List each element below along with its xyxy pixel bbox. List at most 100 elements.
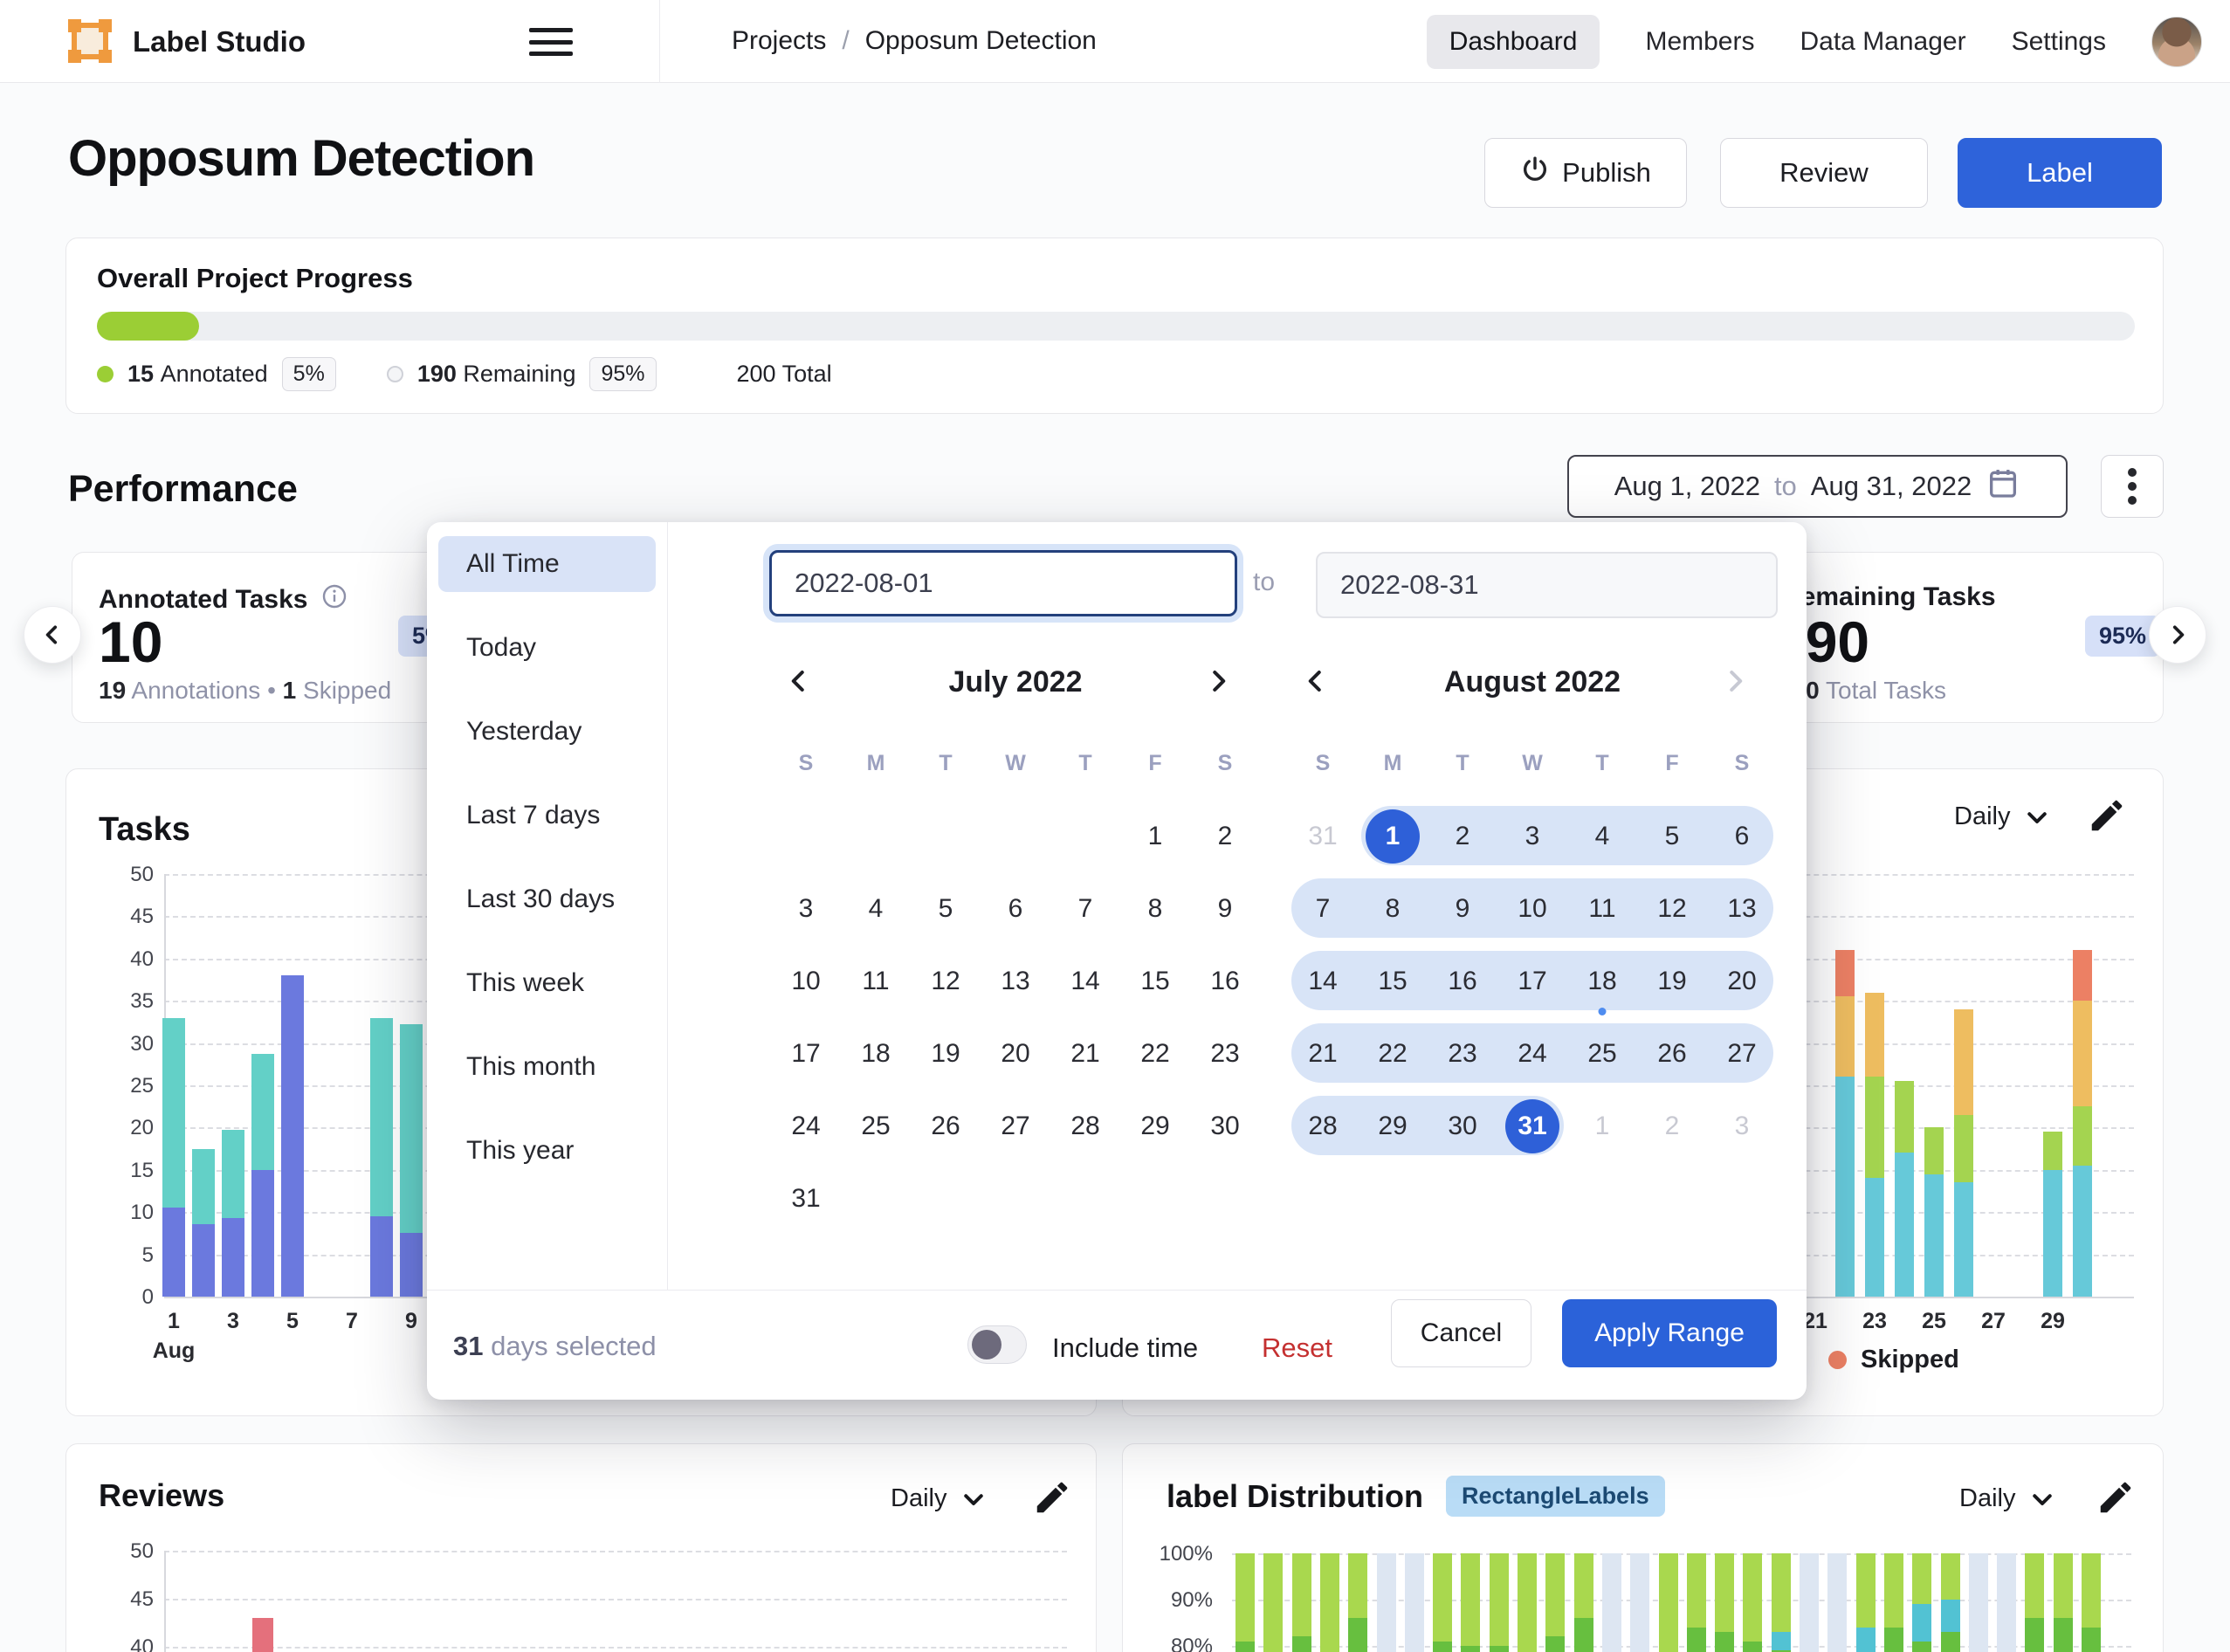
stats-prev-button[interactable] <box>24 606 81 664</box>
calendar-day-4[interactable]: 4 <box>1567 800 1637 872</box>
calendar-day-29[interactable]: 29 <box>1120 1090 1190 1162</box>
july-prev-month-button[interactable] <box>780 662 818 700</box>
preset-today[interactable]: Today <box>438 620 656 676</box>
tab-settings[interactable]: Settings <box>2012 27 2106 57</box>
calendar-day-2[interactable]: 2 <box>1428 800 1497 872</box>
calendar-day-27[interactable]: 27 <box>981 1090 1050 1162</box>
calendar-day-28[interactable]: 28 <box>1050 1090 1120 1162</box>
calendar-day-3[interactable]: 3 <box>771 872 841 945</box>
calendar-day-15[interactable]: 15 <box>1120 945 1190 1017</box>
calendar-day-1[interactable]: 1 <box>1358 800 1428 872</box>
cancel-button[interactable]: Cancel <box>1391 1299 1531 1367</box>
calendar-day-21[interactable]: 21 <box>1288 1017 1358 1090</box>
tab-members[interactable]: Members <box>1645 27 1754 57</box>
calendar-day-8[interactable]: 8 <box>1120 872 1190 945</box>
calendar-day-28[interactable]: 28 <box>1288 1090 1358 1162</box>
calendar-day-21[interactable]: 21 <box>1050 1017 1120 1090</box>
calendar-day-3[interactable]: 3 <box>1707 1090 1777 1162</box>
calendar-day-24[interactable]: 24 <box>771 1090 841 1162</box>
tab-dashboard[interactable]: Dashboard <box>1427 15 1600 69</box>
calendar-day-2[interactable]: 2 <box>1190 800 1260 872</box>
august-next-month-button[interactable] <box>1716 662 1754 700</box>
calendar-day-5[interactable]: 5 <box>911 872 981 945</box>
calendar-day-15[interactable]: 15 <box>1358 945 1428 1017</box>
calendar-day-29[interactable]: 29 <box>1358 1090 1428 1162</box>
calendar-day-7[interactable]: 7 <box>1050 872 1120 945</box>
calendar-day-8[interactable]: 8 <box>1358 872 1428 945</box>
preset-this-week[interactable]: This week <box>438 955 656 1011</box>
calendar-day-10[interactable]: 10 <box>771 945 841 1017</box>
calendar-day-19[interactable]: 19 <box>1637 945 1707 1017</box>
calendar-day-18[interactable]: 18 <box>1567 945 1637 1017</box>
calendar-day-16[interactable]: 16 <box>1190 945 1260 1017</box>
stats-next-button[interactable] <box>2149 606 2206 664</box>
hamburger-menu-icon[interactable] <box>527 23 575 61</box>
calendar-day-20[interactable]: 20 <box>981 1017 1050 1090</box>
calendar-day-30[interactable]: 30 <box>1428 1090 1497 1162</box>
calendar-day-26[interactable]: 26 <box>911 1090 981 1162</box>
calendar-day-26[interactable]: 26 <box>1637 1017 1707 1090</box>
calendar-day-7[interactable]: 7 <box>1288 872 1358 945</box>
calendar-day-24[interactable]: 24 <box>1497 1017 1567 1090</box>
calendar-day-20[interactable]: 20 <box>1707 945 1777 1017</box>
start-date-input[interactable]: 2022-08-01 <box>769 550 1237 616</box>
tab-data-manager[interactable]: Data Manager <box>1800 27 1965 57</box>
preset-this-month[interactable]: This month <box>438 1039 656 1095</box>
calendar-day-25[interactable]: 25 <box>841 1090 911 1162</box>
avatar[interactable] <box>2151 17 2202 67</box>
calendar-day-5[interactable]: 5 <box>1637 800 1707 872</box>
breadcrumb-projects[interactable]: Projects <box>732 26 826 56</box>
end-date-input[interactable]: 2022-08-31 <box>1316 552 1778 618</box>
calendar-day-27[interactable]: 27 <box>1707 1017 1777 1090</box>
preset-last-30-days[interactable]: Last 30 days <box>438 871 656 927</box>
calendar-day-14[interactable]: 14 <box>1050 945 1120 1017</box>
review-button[interactable]: Review <box>1720 138 1928 208</box>
label-studio-logo-icon[interactable] <box>63 14 117 72</box>
calendar-day-23[interactable]: 23 <box>1428 1017 1497 1090</box>
calendar-day-6[interactable]: 6 <box>1707 800 1777 872</box>
calendar-day-25[interactable]: 25 <box>1567 1017 1637 1090</box>
calendar-day-1[interactable]: 1 <box>1120 800 1190 872</box>
calendar-day-31[interactable]: 31 <box>1288 800 1358 872</box>
calendar-day-17[interactable]: 17 <box>1497 945 1567 1017</box>
calendar-day-18[interactable]: 18 <box>841 1017 911 1090</box>
include-time-toggle[interactable] <box>967 1325 1027 1364</box>
calendar-day-9[interactable]: 9 <box>1190 872 1260 945</box>
publish-button[interactable]: Publish <box>1484 138 1687 208</box>
calendar-day-30[interactable]: 30 <box>1190 1090 1260 1162</box>
august-prev-month-button[interactable] <box>1297 662 1335 700</box>
calendar-day-17[interactable]: 17 <box>771 1017 841 1090</box>
calendar-day-22[interactable]: 22 <box>1358 1017 1428 1090</box>
preset-all-time[interactable]: All Time <box>438 536 656 592</box>
calendar-day-13[interactable]: 13 <box>1707 872 1777 945</box>
performance-kebab-button[interactable] <box>2101 455 2164 518</box>
calendar-day-31[interactable]: 31 <box>1497 1090 1567 1162</box>
calendar-day-11[interactable]: 11 <box>1567 872 1637 945</box>
calendar-day-12[interactable]: 12 <box>1637 872 1707 945</box>
calendar-day-31[interactable]: 31 <box>771 1162 841 1235</box>
calendar-day-10[interactable]: 10 <box>1497 872 1567 945</box>
preset-this-year[interactable]: This year <box>438 1123 656 1179</box>
calendar-day-12[interactable]: 12 <box>911 945 981 1017</box>
calendar-day-22[interactable]: 22 <box>1120 1017 1190 1090</box>
calendar-day-14[interactable]: 14 <box>1288 945 1358 1017</box>
calendar-day-9[interactable]: 9 <box>1428 872 1497 945</box>
calendar-day-16[interactable]: 16 <box>1428 945 1497 1017</box>
calendar-day-19[interactable]: 19 <box>911 1017 981 1090</box>
apply-range-button[interactable]: Apply Range <box>1562 1299 1777 1367</box>
label-button[interactable]: Label <box>1958 138 2162 208</box>
preset-last-7-days[interactable]: Last 7 days <box>438 788 656 843</box>
preset-yesterday[interactable]: Yesterday <box>438 704 656 760</box>
reset-button[interactable]: Reset <box>1262 1332 1332 1364</box>
date-range-button[interactable]: Aug 1, 2022 to Aug 31, 2022 <box>1567 455 2068 518</box>
info-icon[interactable] <box>320 582 348 617</box>
calendar-day-6[interactable]: 6 <box>981 872 1050 945</box>
calendar-day-23[interactable]: 23 <box>1190 1017 1260 1090</box>
july-next-month-button[interactable] <box>1199 662 1237 700</box>
calendar-day-4[interactable]: 4 <box>841 872 911 945</box>
calendar-day-3[interactable]: 3 <box>1497 800 1567 872</box>
calendar-day-11[interactable]: 11 <box>841 945 911 1017</box>
calendar-day-13[interactable]: 13 <box>981 945 1050 1017</box>
calendar-day-2[interactable]: 2 <box>1637 1090 1707 1162</box>
calendar-day-1[interactable]: 1 <box>1567 1090 1637 1162</box>
